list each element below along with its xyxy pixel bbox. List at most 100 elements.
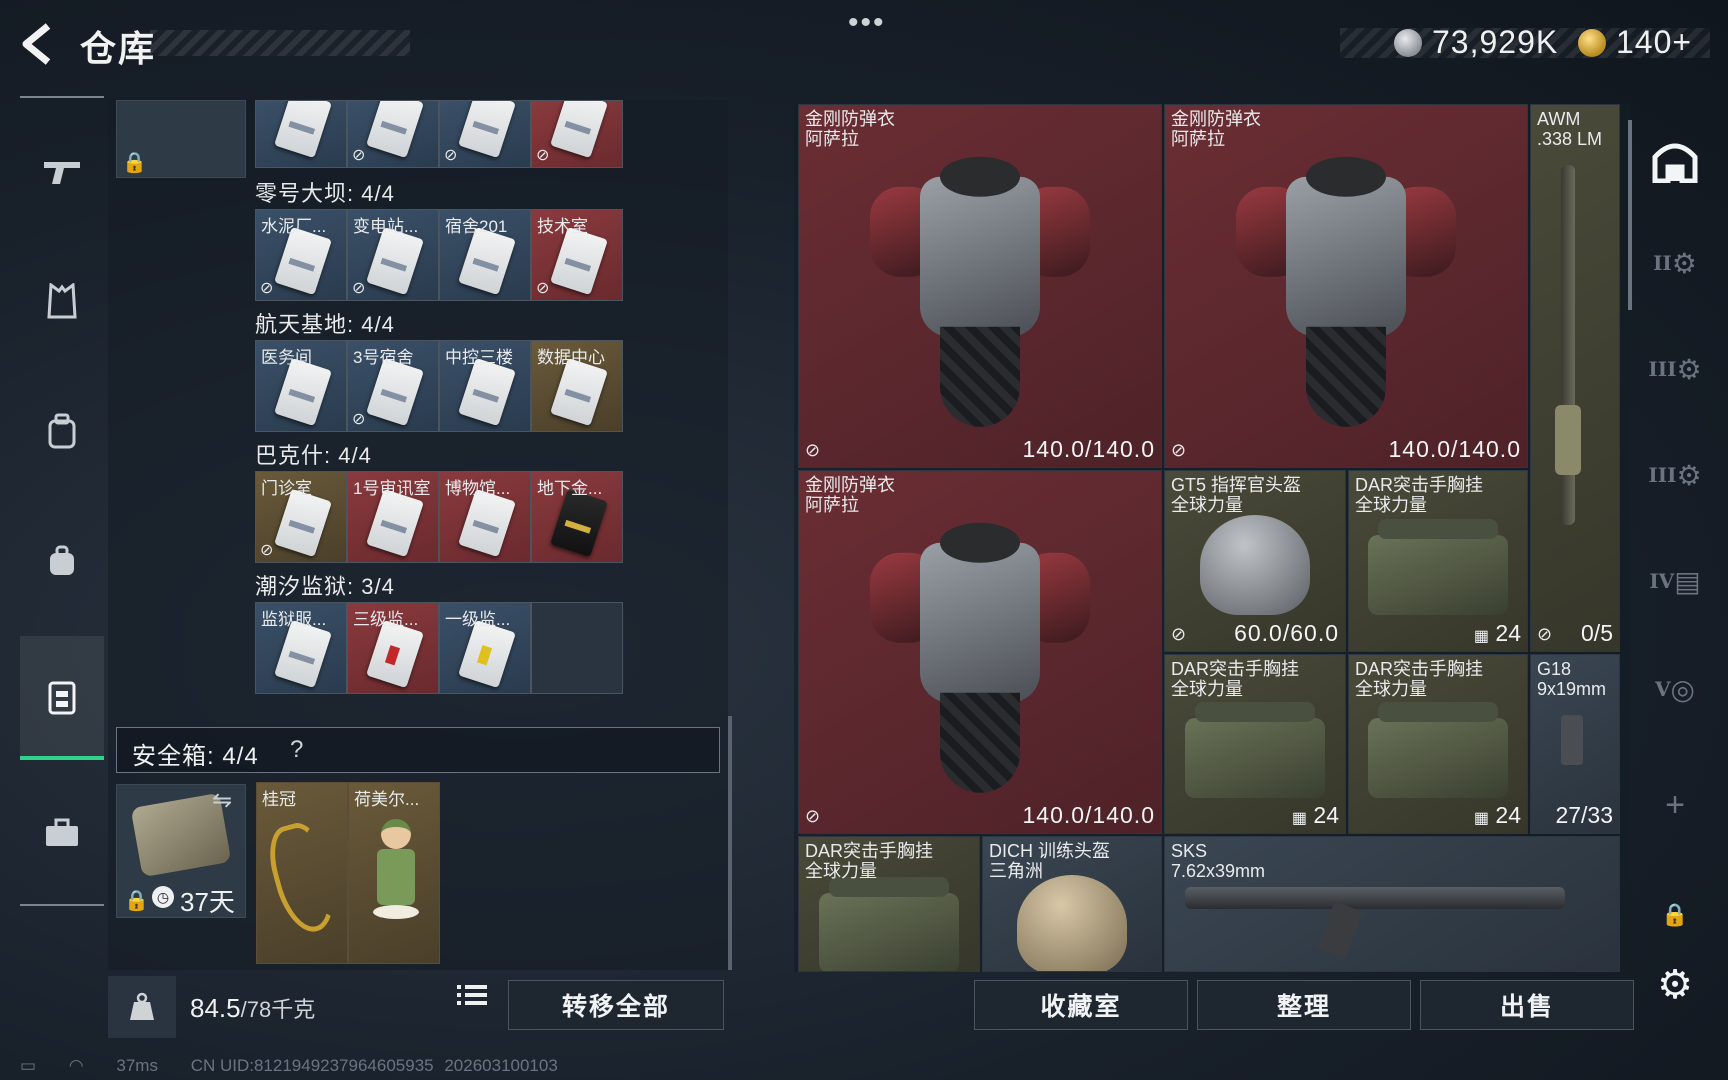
keycard-image	[366, 357, 424, 427]
key-card[interactable]: ⊘	[347, 100, 439, 168]
keycard-image	[458, 488, 516, 558]
stash-item-armor[interactable]: 金刚防弹衣 阿萨拉 ⊘ 140.0/140.0	[798, 104, 1162, 468]
back-button[interactable]	[18, 22, 58, 66]
collection-room-button[interactable]: 收藏室	[974, 980, 1188, 1030]
safe-items: 桂冠 荷美尔...	[256, 782, 440, 964]
armor-image	[870, 147, 1090, 437]
safe-item[interactable]: 桂冠	[256, 782, 348, 964]
key-card[interactable]	[255, 100, 347, 168]
sidebar-item-safe-case[interactable]	[20, 636, 104, 760]
stash-item-armor[interactable]: 金刚防弹衣 阿萨拉 ⊘ 140.0/140.0	[1164, 104, 1528, 468]
key-card[interactable]: ⊘	[531, 100, 623, 168]
keycard-image	[458, 101, 516, 159]
chest-rig-image	[1185, 702, 1325, 799]
keycard-image	[458, 357, 516, 427]
key-card[interactable]: 技术室 ⊘	[531, 209, 623, 301]
laurel-crown-image	[261, 817, 345, 939]
bag-icon	[50, 545, 74, 575]
warehouse-icon	[1652, 143, 1698, 183]
keycard-image	[274, 357, 332, 427]
rail-stash-6[interactable]: V ◎	[1640, 654, 1710, 724]
card-row-top: ⊘ ⊘ ⊘	[255, 100, 623, 168]
key-card[interactable]: 医务间	[255, 340, 347, 432]
swap-icon[interactable]: ⇋	[212, 786, 232, 815]
keycard-image	[366, 101, 424, 159]
weight-icon	[130, 992, 154, 1020]
empty-slot[interactable]	[531, 602, 623, 694]
more-options-icon[interactable]: •••	[848, 6, 886, 40]
no-mark-icon: ⊘	[1171, 624, 1187, 644]
helmet-image	[1200, 514, 1310, 615]
weight-lock-button[interactable]	[108, 976, 176, 1038]
rail-stash-5[interactable]: IV ▤	[1640, 546, 1710, 616]
stash-item-chest-rig[interactable]: DAR突击手胸挂 全球力量	[798, 836, 980, 972]
stash-item-g18[interactable]: G18 9x19mm 27/33	[1530, 654, 1620, 834]
sniper-rifle-image	[1555, 165, 1581, 525]
stash-item-sks[interactable]: SKS 7.62x39mm	[1164, 836, 1620, 972]
rail-lock[interactable]: 🔒	[1640, 880, 1710, 950]
stash-item-helmet-gt5[interactable]: GT5 指挥官头盔 全球力量 ⊘ 60.0/60.0	[1164, 470, 1346, 652]
chest-rig-image	[819, 877, 959, 971]
stash-scrollbar[interactable]	[1628, 120, 1632, 310]
rail-stash-main[interactable]	[1640, 126, 1710, 196]
weight-readout: 84.5/78千克	[190, 992, 315, 1024]
key-card[interactable]: 3号宿舍 ⊘	[347, 340, 439, 432]
rail-stash-4[interactable]: III ⚙	[1640, 440, 1710, 510]
key-card[interactable]: 变电站... ⊘	[347, 209, 439, 301]
transfer-all-button[interactable]: 转移全部	[508, 980, 724, 1030]
uid-value: CN UID:8121949237964605935	[190, 1056, 434, 1075]
stash-item-chest-rig[interactable]: DAR突击手胸挂 全球力量 ▦ 24	[1164, 654, 1346, 834]
capacity-label: ▦ 24	[1473, 802, 1521, 828]
sort-button[interactable]: 整理	[1197, 980, 1411, 1030]
stash-tier-icon: ⚙	[1676, 353, 1702, 385]
grid-icon: ▦	[1473, 628, 1490, 645]
safe-item[interactable]: 荷美尔...	[348, 782, 440, 964]
key-card[interactable]: 门诊室 ⊘	[255, 471, 347, 563]
key-card[interactable]: ⊘	[439, 100, 531, 168]
build-value: 202603100103	[444, 1056, 558, 1075]
sidebar-item-weapons[interactable]	[20, 116, 104, 226]
key-card[interactable]: 水泥厂... ⊘	[255, 209, 347, 301]
add-stash-button[interactable]: +	[1640, 770, 1710, 840]
key-card[interactable]: 宿舍201	[439, 209, 531, 301]
sidebar-item-vest[interactable]	[20, 246, 104, 356]
key-card[interactable]: 地下金...	[531, 471, 623, 563]
key-card[interactable]: 监狱服...	[255, 602, 347, 694]
sidebar-divider-bottom	[20, 904, 104, 906]
key-card[interactable]: 1号审讯室	[347, 471, 439, 563]
help-icon[interactable]: ?	[290, 736, 303, 764]
no-mark-icon: ⊘	[1171, 440, 1187, 460]
chest-rig-image	[1368, 519, 1508, 616]
lock-icon: 🔒	[122, 152, 147, 174]
key-card[interactable]: 数据中心	[531, 340, 623, 432]
sell-button[interactable]: 出售	[1420, 980, 1634, 1030]
clock-icon: ◷	[152, 886, 174, 908]
sidebar-item-bag[interactable]	[20, 506, 104, 616]
rail-stash-3[interactable]: III ⚙	[1640, 334, 1710, 404]
lock-icon: 🔒	[1661, 902, 1689, 927]
armor-image	[870, 513, 1090, 803]
sidebar-divider-top	[20, 96, 104, 98]
key-card[interactable]: 三级监...	[347, 602, 439, 694]
rail-stash-2[interactable]: II ⚙	[1640, 228, 1710, 298]
stash-item-armor[interactable]: 金刚防弹衣 阿萨拉 ⊘ 140.0/140.0	[798, 470, 1162, 834]
sidebar-item-backpack[interactable]	[20, 376, 104, 486]
settings-button[interactable]: ⚙	[1640, 950, 1710, 1020]
helmet-image	[1017, 875, 1127, 971]
safe-case-label: 安全箱: 4/4	[132, 743, 259, 770]
card-row: 监狱服... 三级监... 一级监...	[255, 602, 623, 694]
key-card[interactable]: 一级监...	[439, 602, 531, 694]
stash-item-helmet-dich[interactable]: DICH 训练头盔 三角洲	[982, 836, 1162, 972]
stash-item-chest-rig[interactable]: DAR突击手胸挂 全球力量 ▦ 24	[1348, 470, 1528, 652]
stash-item-chest-rig[interactable]: DAR突击手胸挂 全球力量 ▦ 24	[1348, 654, 1528, 834]
key-card[interactable]: 博物馆...	[439, 471, 531, 563]
stash-item-awm[interactable]: AWM .338 LM ⊘ 0/5	[1530, 104, 1620, 652]
rail-tier-label: IV	[1649, 569, 1675, 593]
keycard-image	[274, 488, 332, 558]
currency-gold-value[interactable]: 140+	[1616, 24, 1692, 61]
inventory-scrollbar[interactable]	[728, 716, 732, 970]
sidebar-item-toolbox[interactable]	[20, 778, 104, 888]
no-mark-icon: ⊘	[1537, 624, 1553, 644]
list-view-button[interactable]	[452, 982, 492, 1026]
key-card[interactable]: 中控三楼	[439, 340, 531, 432]
